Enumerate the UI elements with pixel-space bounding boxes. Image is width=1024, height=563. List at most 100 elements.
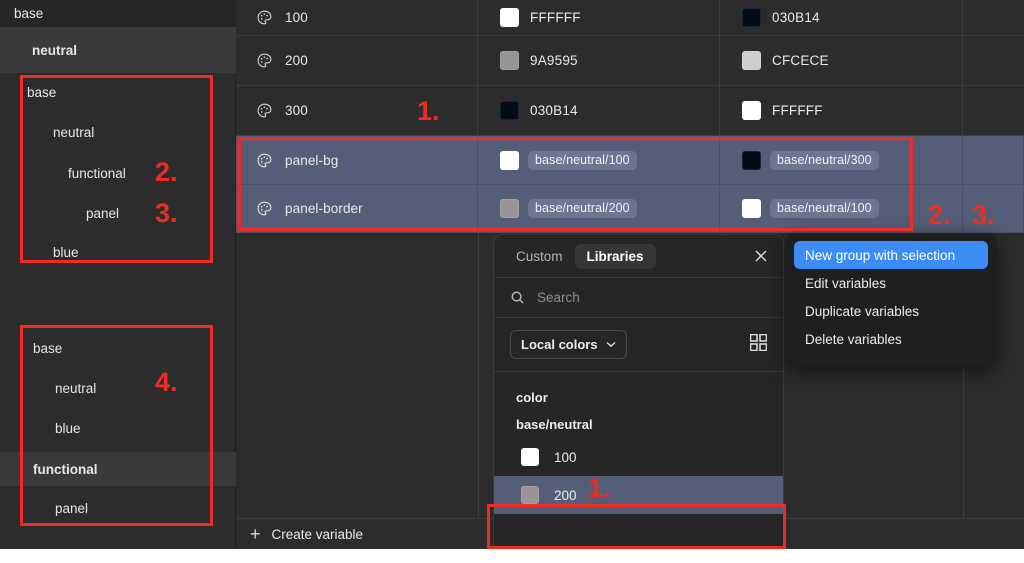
libraries-picker-panel: Custom Libraries Search Local colors col… bbox=[493, 234, 784, 549]
tab-custom[interactable]: Custom bbox=[504, 244, 575, 269]
variable-value-mode1[interactable]: FFFFFF bbox=[478, 0, 720, 35]
table-row[interactable]: 300 030B14 FFFFFF bbox=[236, 86, 1024, 136]
library-color-item-200-selected[interactable]: 200 bbox=[494, 476, 783, 514]
color-swatch bbox=[521, 448, 539, 466]
search-placeholder: Search bbox=[537, 290, 580, 305]
search-field[interactable]: Search bbox=[494, 278, 783, 318]
table-row[interactable]: 200 9A9595 CFCECE bbox=[236, 36, 1024, 86]
variable-name-cell[interactable]: panel-border bbox=[236, 185, 478, 232]
group-title-base-neutral: base/neutral bbox=[516, 417, 593, 432]
color-swatch bbox=[742, 199, 761, 218]
variable-extra-cell[interactable] bbox=[963, 86, 1024, 135]
variable-alias-pill[interactable]: base/neutral/200 bbox=[528, 199, 637, 218]
library-color-item-100[interactable]: 100 bbox=[494, 438, 783, 476]
menu-item-delete-variables[interactable]: Delete variables bbox=[794, 325, 988, 353]
sidebar-item-label: base bbox=[33, 341, 63, 356]
sidebar-item-blue-a[interactable]: blue bbox=[0, 239, 236, 266]
table-row-selected[interactable]: panel-bg base/neutral/100 base/neutral/3… bbox=[236, 136, 1024, 185]
sidebar-item-base-b[interactable]: base bbox=[0, 335, 236, 362]
sidebar-item-blue-b[interactable]: blue bbox=[0, 415, 236, 442]
variable-alias-pill[interactable]: base/neutral/300 bbox=[770, 150, 879, 170]
variable-alias-pill[interactable]: base/neutral/100 bbox=[528, 150, 637, 170]
sidebar-item-label: neutral bbox=[32, 42, 78, 58]
color-swatch bbox=[500, 51, 519, 70]
variable-value-mode2[interactable]: 030B14 bbox=[720, 0, 963, 35]
variable-value-mode2[interactable]: base/neutral/300 bbox=[720, 136, 963, 184]
menu-item-duplicate-variables[interactable]: Duplicate variables bbox=[794, 297, 988, 325]
sidebar-item-functional-a[interactable]: functional bbox=[0, 160, 236, 187]
variable-name: panel-bg bbox=[285, 152, 339, 168]
panel-tab-bar: Custom Libraries bbox=[494, 235, 783, 278]
context-menu: New group with selection Edit variables … bbox=[785, 233, 997, 366]
close-icon[interactable] bbox=[753, 248, 769, 264]
sidebar-item-functional-b[interactable]: functional bbox=[0, 452, 236, 486]
sidebar-header-base[interactable]: base bbox=[0, 0, 236, 27]
local-colors-dropdown[interactable]: Local colors bbox=[510, 330, 627, 359]
variable-alias-pill[interactable]: base/neutral/100 bbox=[770, 199, 879, 218]
panel-filter-row: Local colors bbox=[494, 318, 783, 372]
chevron-down-icon bbox=[606, 341, 616, 348]
color-hex: 030B14 bbox=[530, 103, 578, 118]
sidebar-item-label: functional bbox=[33, 461, 98, 477]
variable-name-cell[interactable]: 300 bbox=[236, 86, 478, 135]
sidebar-item-neutral-b[interactable]: neutral bbox=[0, 375, 236, 402]
variable-extra-cell[interactable] bbox=[963, 136, 1024, 184]
search-icon bbox=[511, 291, 524, 304]
sidebar-item-panel-a[interactable]: panel bbox=[0, 200, 236, 227]
sidebar-item-neutral-a[interactable]: neutral bbox=[0, 119, 236, 146]
menu-item-new-group-with-selection[interactable]: New group with selection bbox=[794, 241, 988, 269]
color-name: 200 bbox=[554, 487, 577, 503]
sidebar-item-label: panel bbox=[86, 206, 120, 221]
color-swatch bbox=[500, 199, 519, 218]
sidebar-item-label: neutral bbox=[55, 381, 97, 396]
color-swatch bbox=[500, 8, 519, 27]
sidebar-item-label: functional bbox=[68, 166, 126, 181]
tab-libraries[interactable]: Libraries bbox=[574, 243, 656, 269]
color-hex: CFCECE bbox=[772, 53, 829, 68]
variable-extra-cell[interactable] bbox=[963, 185, 1024, 232]
section-title-color: color bbox=[516, 390, 548, 405]
sidebar-item-base-a[interactable]: base bbox=[0, 79, 236, 106]
palette-icon bbox=[257, 153, 272, 167]
variable-name: 200 bbox=[285, 53, 308, 68]
variable-extra-cell[interactable] bbox=[963, 0, 1024, 35]
dropdown-label: Local colors bbox=[521, 337, 598, 352]
color-hex: 9A9595 bbox=[530, 53, 578, 68]
variable-groups-sidebar: base neutral base neutral functional pan… bbox=[0, 0, 236, 549]
variable-value-mode2[interactable]: CFCECE bbox=[720, 36, 963, 85]
palette-icon bbox=[257, 201, 272, 216]
sidebar-item-label: base bbox=[27, 85, 57, 100]
sidebar-item-label: panel bbox=[55, 501, 89, 516]
palette-icon bbox=[257, 53, 272, 68]
color-swatch bbox=[742, 101, 761, 120]
color-hex: 030B14 bbox=[772, 10, 820, 25]
variable-value-mode1[interactable]: 030B14 bbox=[478, 86, 720, 135]
variable-extra-cell[interactable] bbox=[963, 36, 1024, 85]
variable-name-cell[interactable]: 200 bbox=[236, 36, 478, 85]
color-swatch bbox=[742, 8, 761, 27]
variable-value-mode1[interactable]: base/neutral/200 bbox=[478, 185, 720, 232]
library-color-list: color base/neutral 100 200 bbox=[494, 372, 783, 514]
create-variable-label: Create variable bbox=[271, 526, 364, 542]
column-divider bbox=[478, 233, 479, 518]
variable-name: 100 bbox=[285, 10, 308, 25]
sidebar-item-label: blue bbox=[55, 421, 81, 436]
variable-value-mode1[interactable]: 9A9595 bbox=[478, 36, 720, 85]
palette-icon bbox=[257, 103, 272, 118]
variable-value-mode1[interactable]: base/neutral/100 bbox=[478, 136, 720, 184]
sidebar-item-panel-b[interactable]: panel bbox=[0, 495, 236, 522]
variable-value-mode2[interactable]: FFFFFF bbox=[720, 86, 963, 135]
color-swatch bbox=[521, 486, 539, 504]
color-hex: FFFFFF bbox=[772, 103, 823, 118]
sidebar-item-neutral-selected[interactable]: neutral bbox=[0, 27, 236, 73]
grid-view-icon[interactable] bbox=[749, 333, 768, 356]
color-hex: FFFFFF bbox=[530, 10, 581, 25]
variable-value-mode2[interactable]: base/neutral/100 bbox=[720, 185, 963, 232]
menu-item-edit-variables[interactable]: Edit variables bbox=[794, 269, 988, 297]
variable-name: panel-border bbox=[285, 201, 363, 216]
figma-variables-app: base neutral base neutral functional pan… bbox=[0, 0, 1024, 549]
table-row[interactable]: 100 FFFFFF 030B14 bbox=[236, 0, 1024, 36]
variable-name-cell[interactable]: panel-bg bbox=[236, 136, 478, 184]
variable-name-cell[interactable]: 100 bbox=[236, 0, 478, 35]
table-row-selected[interactable]: panel-border base/neutral/200 base/neutr… bbox=[236, 185, 1024, 233]
